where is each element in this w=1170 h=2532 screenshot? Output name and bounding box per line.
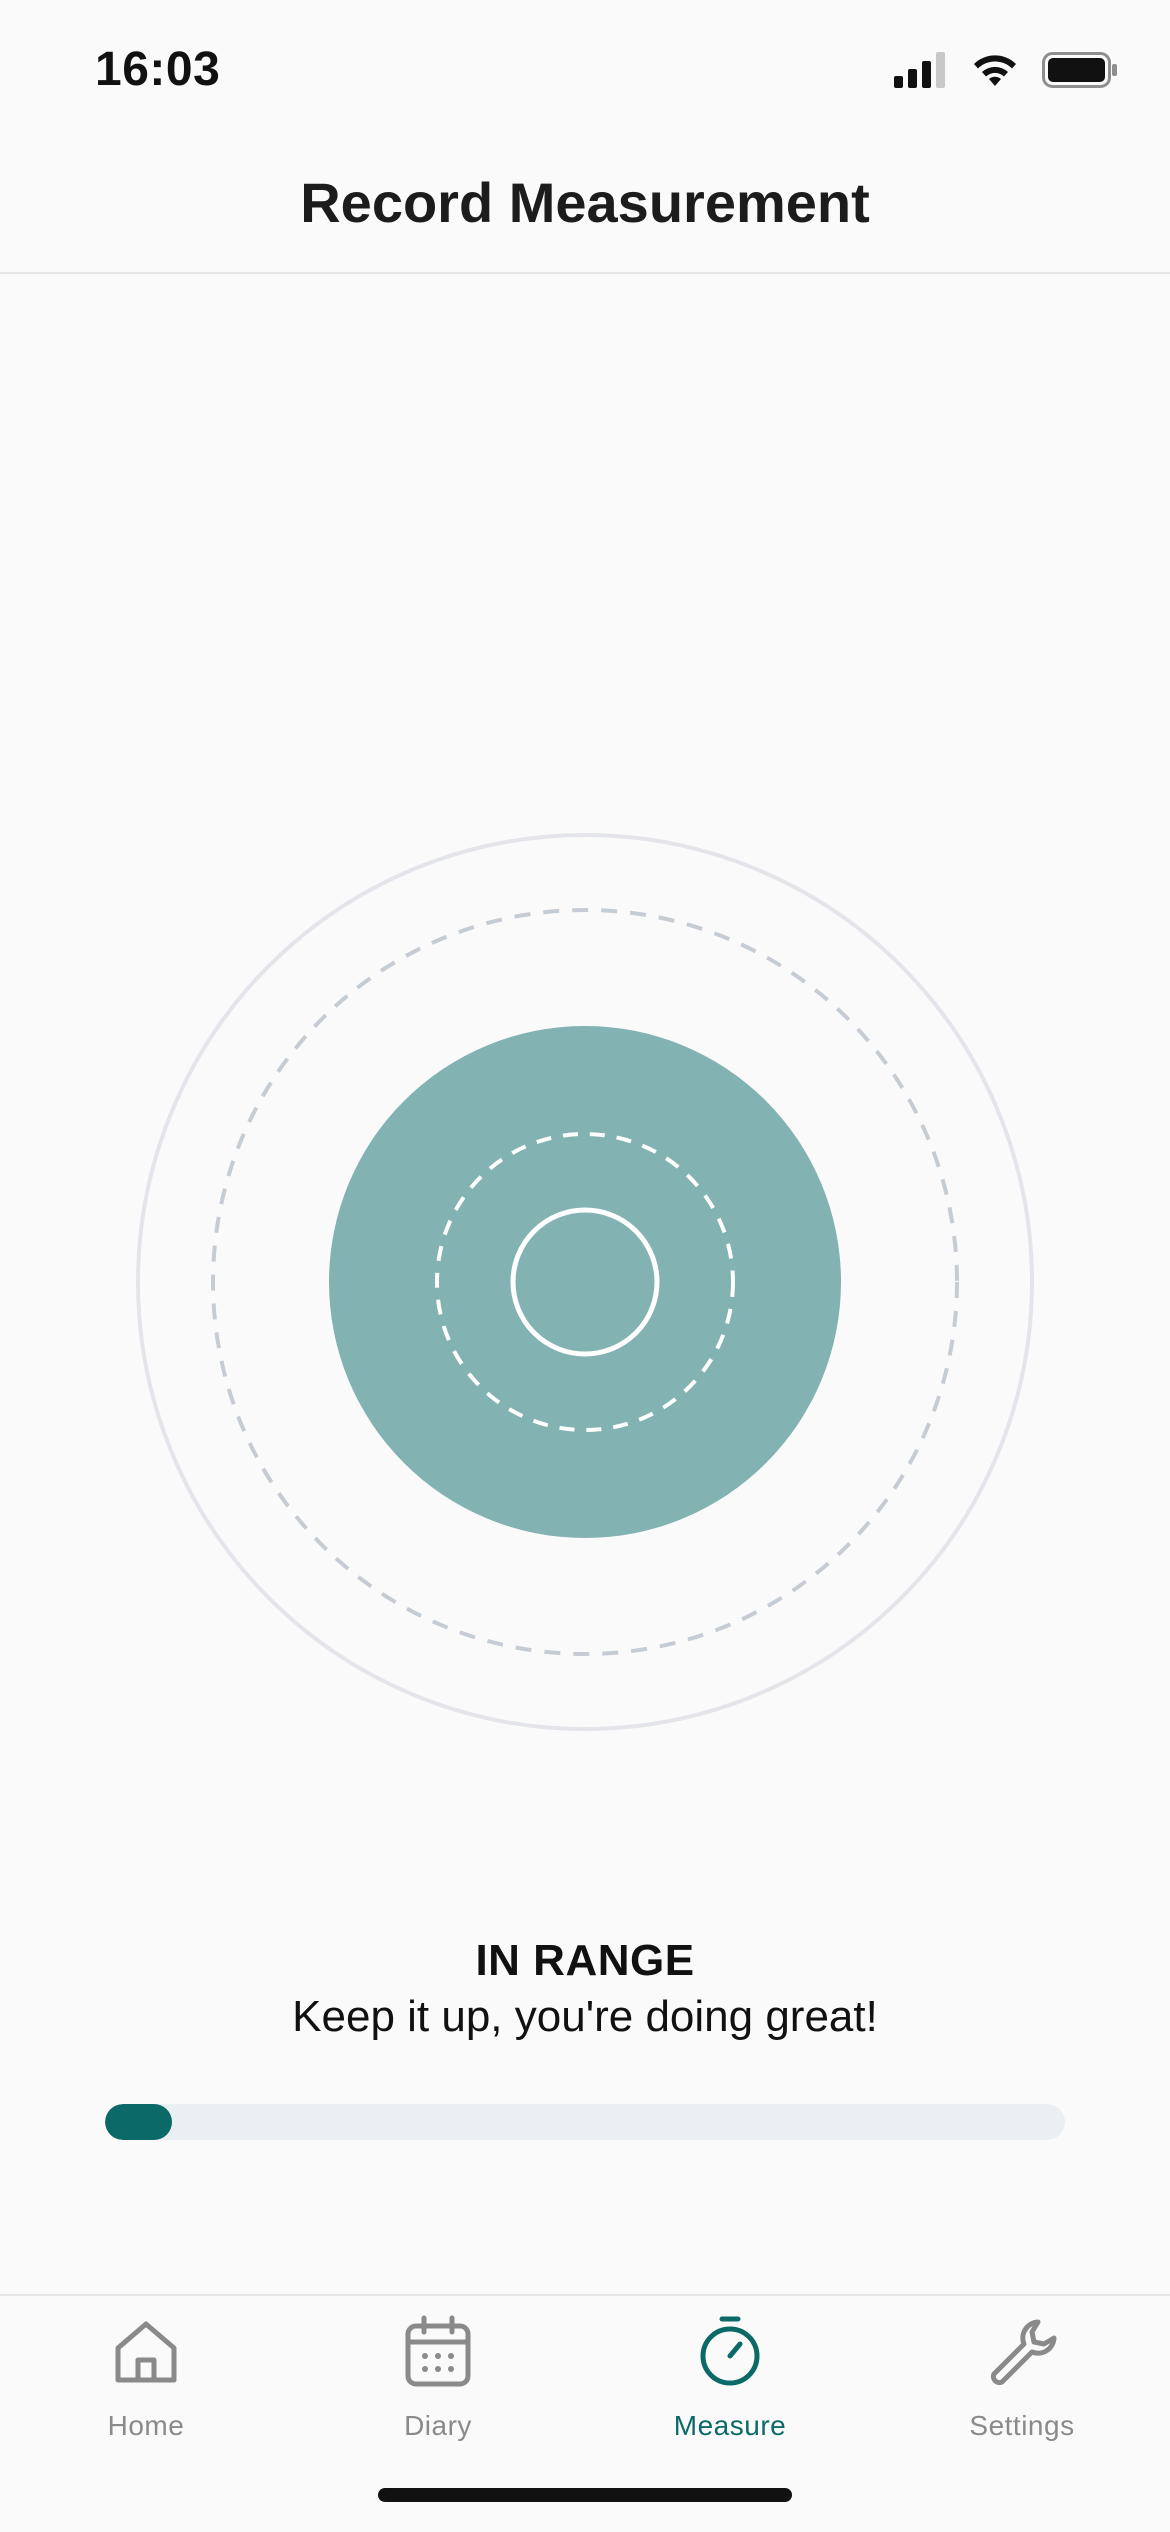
tab-diary[interactable]: Diary bbox=[292, 2314, 584, 2464]
wrench-icon bbox=[990, 2319, 1057, 2386]
measurement-target bbox=[136, 833, 1034, 1731]
tab-label-home: Home bbox=[107, 2410, 185, 2441]
status-bar: 16:03 bbox=[0, 0, 1170, 140]
home-icon bbox=[115, 2321, 177, 2383]
tab-settings[interactable]: Settings bbox=[876, 2314, 1168, 2464]
calendar-icon bbox=[405, 2315, 471, 2387]
measurement-progress-bar bbox=[105, 2104, 1065, 2140]
stopwatch-icon bbox=[700, 2316, 760, 2386]
tab-label-settings: Settings bbox=[969, 2410, 1075, 2441]
measure-screen: 16:03 Record Measurement IN RANGE Keep i… bbox=[0, 0, 1170, 2532]
progress-fill bbox=[105, 2104, 173, 2140]
range-message: Keep it up, you're doing great! bbox=[292, 1992, 878, 2041]
range-status: IN RANGE bbox=[475, 1936, 695, 1985]
wifi-icon bbox=[974, 55, 1016, 86]
tab-label-measure: Measure bbox=[673, 2410, 787, 2441]
header: Record Measurement bbox=[0, 140, 1170, 274]
home-indicator[interactable] bbox=[378, 2488, 792, 2502]
target-zone bbox=[329, 1026, 841, 1538]
tab-label-diary: Diary bbox=[404, 2410, 472, 2441]
status-time: 16:03 bbox=[95, 43, 221, 96]
battery-icon bbox=[1042, 52, 1117, 88]
page-title: Record Measurement bbox=[300, 171, 870, 234]
tab-home[interactable]: Home bbox=[0, 2314, 292, 2464]
cellular-signal-icon bbox=[894, 52, 945, 88]
tab-measure[interactable]: Measure bbox=[584, 2314, 876, 2464]
status-icons bbox=[894, 52, 1118, 88]
